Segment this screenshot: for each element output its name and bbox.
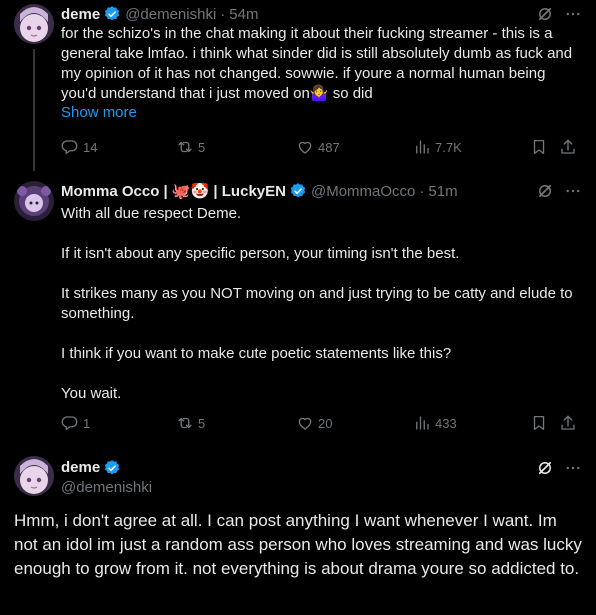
heart-icon — [296, 414, 314, 432]
views-count: 433 — [435, 415, 457, 431]
views-button[interactable]: 433 — [413, 414, 457, 432]
username[interactable]: @demenishki — [61, 478, 152, 498]
show-more-link[interactable]: Show more — [61, 104, 137, 121]
like-button[interactable]: 487 — [296, 138, 340, 156]
tweet-1[interactable]: deme @demenishki · 54m for the schizo's … — [0, 3, 596, 171]
reply-count: 1 — [83, 415, 91, 431]
avatar[interactable] — [14, 181, 54, 221]
tweet-top-actions — [536, 457, 582, 479]
timestamp[interactable]: 54m — [229, 6, 258, 23]
tweet-header: Momma Occo | 🐙🤡 | LuckyEN @MommaOcco · 5… — [61, 180, 458, 202]
views-button[interactable]: 7.7K — [413, 138, 462, 156]
display-name[interactable]: deme — [61, 6, 100, 23]
reply-icon — [61, 138, 79, 156]
author-block: deme @demenishki — [61, 458, 152, 498]
tweet-header: deme @demenishki · 54m — [61, 3, 258, 25]
views-icon — [413, 138, 431, 156]
repost-icon — [176, 138, 194, 156]
verified-badge-icon — [103, 5, 121, 23]
verified-badge-icon — [103, 459, 121, 477]
bookmark-icon — [530, 138, 548, 156]
reply-button[interactable]: 1 — [61, 414, 90, 432]
tweet-actions: 1 5 20 433 — [61, 414, 581, 434]
views-count: 7.7K — [435, 139, 462, 155]
reply-icon — [61, 414, 79, 432]
repost-button[interactable]: 5 — [176, 414, 205, 432]
share-button[interactable] — [559, 138, 577, 156]
repost-count: 5 — [198, 415, 206, 431]
more-options-icon[interactable] — [564, 459, 582, 477]
grok-icon[interactable] — [536, 182, 554, 200]
avatar[interactable] — [14, 456, 54, 496]
tweet-2[interactable]: Momma Occo | 🐙🤡 | LuckyEN @MommaOcco · 5… — [0, 180, 596, 440]
username[interactable]: @demenishki — [125, 6, 216, 23]
more-options-icon[interactable] — [564, 182, 582, 200]
share-icon — [559, 138, 577, 156]
tweet-text: With all due respect Deme. If it isn't a… — [61, 205, 573, 402]
display-name[interactable]: Momma Occo | 🐙🤡 | LuckyEN — [61, 182, 286, 200]
verified-badge-icon — [289, 182, 307, 200]
bookmark-button[interactable] — [530, 414, 548, 432]
bookmark-button[interactable] — [530, 138, 548, 156]
like-count: 487 — [318, 139, 340, 155]
tweet-text: for the schizo's in the chat making it a… — [61, 25, 577, 102]
repost-button[interactable]: 5 — [176, 138, 205, 156]
tweet-actions: 14 5 487 7.7K — [61, 138, 581, 158]
tweet-top-actions — [536, 3, 582, 25]
separator-dot: · — [419, 182, 425, 200]
tweet-top-actions — [536, 180, 582, 202]
heart-icon — [296, 138, 314, 156]
share-icon — [559, 414, 577, 432]
thread-line — [33, 49, 35, 171]
more-options-icon[interactable] — [564, 5, 582, 23]
username[interactable]: @MommaOcco — [311, 183, 415, 200]
timestamp[interactable]: 51m — [428, 183, 457, 200]
like-button[interactable]: 20 — [296, 414, 332, 432]
reply-button[interactable]: 14 — [61, 138, 97, 156]
avatar[interactable] — [14, 4, 54, 44]
grok-icon[interactable] — [536, 5, 554, 23]
display-name[interactable]: deme — [61, 458, 100, 478]
grok-icon[interactable] — [536, 459, 554, 477]
repost-icon — [176, 414, 194, 432]
share-button[interactable] — [559, 414, 577, 432]
focused-tweet-text: Hmm, i don't agree at all. I can post an… — [14, 511, 582, 578]
like-count: 20 — [318, 415, 333, 431]
views-icon — [413, 414, 431, 432]
reply-count: 14 — [83, 139, 98, 155]
bookmark-icon — [530, 414, 548, 432]
repost-count: 5 — [198, 139, 206, 155]
separator-dot: · — [220, 5, 226, 23]
